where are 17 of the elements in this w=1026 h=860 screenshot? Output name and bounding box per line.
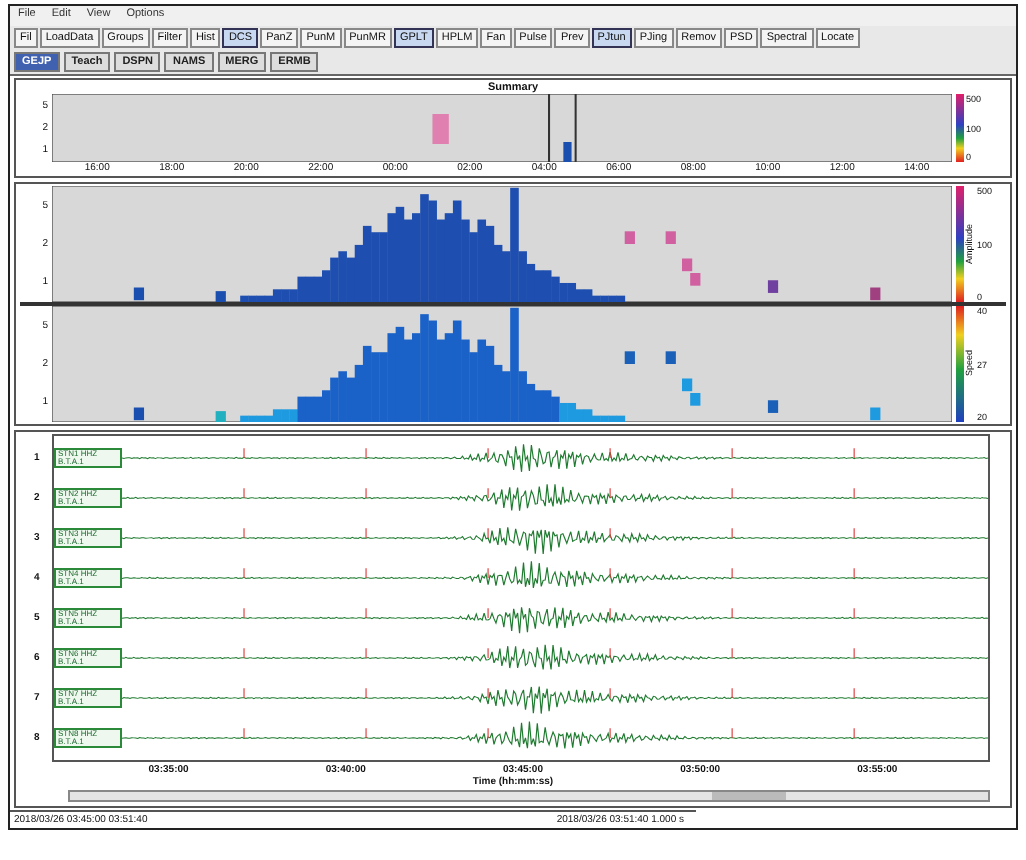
color-scale-bar	[956, 186, 964, 302]
heatmap-cell	[215, 411, 226, 422]
heatmap-cell	[624, 351, 635, 364]
color-scale-bar	[956, 306, 964, 422]
heatmap-cell	[133, 407, 145, 421]
heatmap-cell	[665, 231, 676, 244]
color-scale-bar	[956, 94, 964, 162]
heatmap-cell	[870, 287, 881, 301]
heatmap-cell	[870, 407, 881, 421]
heatmap-cell	[624, 231, 635, 244]
heatmap-cell	[215, 291, 226, 302]
heatmap-cell	[133, 287, 145, 301]
scrollbar-thumb[interactable]	[712, 792, 787, 800]
scrollbar[interactable]	[68, 790, 990, 802]
heatmap-cell	[767, 280, 779, 293]
heatmap-cell	[665, 351, 676, 364]
heatmap-cell	[767, 400, 779, 413]
